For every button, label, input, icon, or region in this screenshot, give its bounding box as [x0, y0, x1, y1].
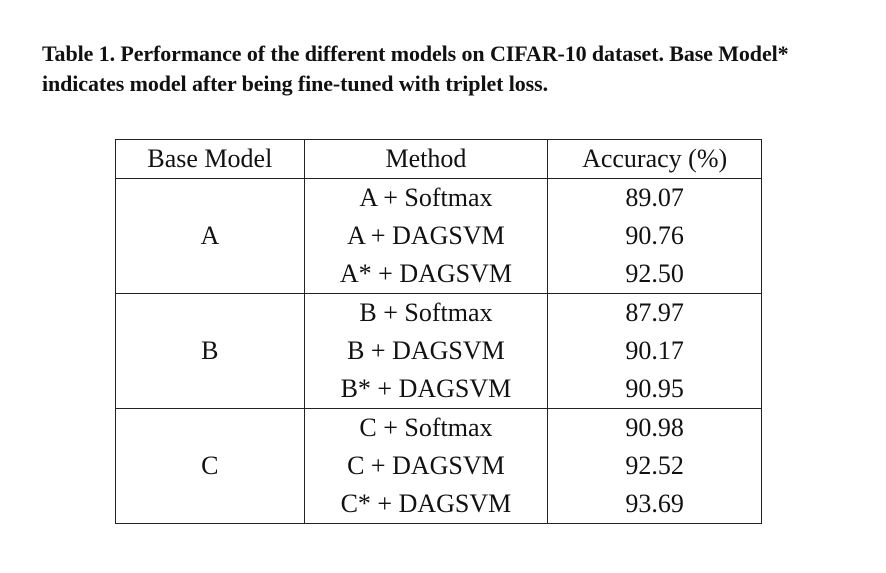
method-cell: B + Softmax	[303, 293, 549, 332]
accuracy-cell: 92.50	[547, 255, 762, 294]
method-cell: A* + DAGSVM	[303, 255, 549, 294]
base-model-cell: A	[115, 178, 305, 294]
table-row: C C + Softmax 90.98	[115, 408, 762, 524]
caption-label: Table 1.	[42, 41, 115, 66]
method-cell: A + Softmax	[303, 178, 549, 217]
header-row: Base Model Method Accuracy (%)	[115, 139, 762, 179]
accuracy-cell: 90.98	[547, 408, 762, 447]
accuracy-cell: 90.17	[547, 332, 762, 370]
accuracy-cell: 92.52	[547, 447, 762, 485]
table-row: A A + Softmax 89.07	[115, 178, 762, 294]
method-cell: C + DAGSVM	[303, 447, 549, 485]
method-cell: B + DAGSVM	[303, 332, 549, 370]
header-method: Method	[303, 139, 549, 179]
table-caption: Table 1. Performance of the different mo…	[42, 39, 852, 99]
method-cell: B* + DAGSVM	[303, 370, 549, 409]
accuracy-cell: 93.69	[547, 485, 762, 524]
table-row: B B + Softmax 87.97	[115, 293, 762, 409]
method-cell: C* + DAGSVM	[303, 485, 549, 524]
accuracy-cell: 89.07	[547, 178, 762, 217]
base-model-cell: B	[115, 293, 305, 409]
header-base-model: Base Model	[115, 139, 305, 179]
table-header: Base Model Method Accuracy (%)	[115, 139, 762, 179]
table-body: A A + Softmax 89.07 A + DAGSVM 90.76 A* …	[115, 178, 762, 524]
results-table: Base Model Method Accuracy (%) A A + Sof…	[115, 139, 762, 524]
accuracy-cell: 90.95	[547, 370, 762, 409]
accuracy-cell: 90.76	[547, 217, 762, 255]
base-model-cell: C	[115, 408, 305, 524]
method-cell: C + Softmax	[303, 408, 549, 447]
caption-text: Performance of the different models on C…	[42, 41, 789, 96]
method-cell: A + DAGSVM	[303, 217, 549, 255]
accuracy-cell: 87.97	[547, 293, 762, 332]
header-accuracy: Accuracy (%)	[547, 139, 762, 179]
